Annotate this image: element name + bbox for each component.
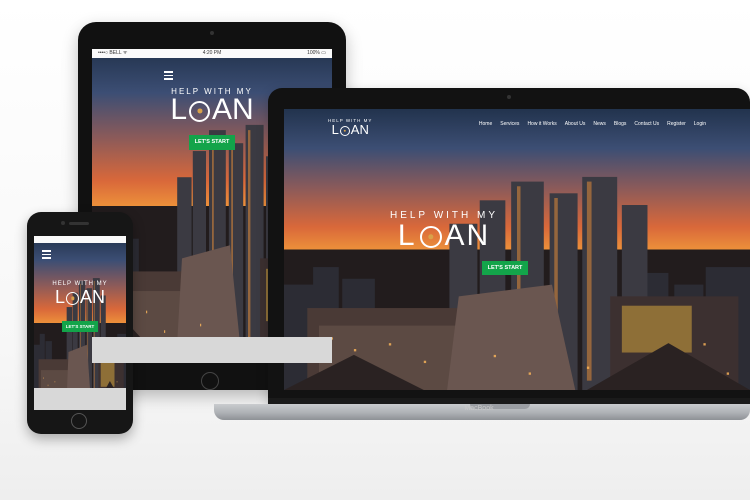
logo-o-icon <box>66 291 79 305</box>
nav-item-services[interactable]: Services <box>500 121 519 127</box>
camera-icon <box>507 95 511 99</box>
hero-logo: L AN <box>284 221 604 251</box>
nav-logo-main: L AN <box>328 123 372 136</box>
nav-logo[interactable]: HELP WITH MY L AN <box>328 118 372 136</box>
main-nav: Home Services How it Works About Us News… <box>479 121 706 127</box>
speaker-grille <box>69 222 89 225</box>
lets-start-button[interactable]: LET'S START <box>62 321 98 332</box>
phone-bottom-bar <box>34 388 126 410</box>
tablet-status-bar: ••••○ BELL ᯤ 4:20 PM 100% ▭ <box>92 49 332 58</box>
nav-item-news[interactable]: News <box>593 121 606 127</box>
logo-o-icon <box>189 100 210 122</box>
hamburger-menu-icon[interactable] <box>42 248 51 261</box>
nav-item-contact-us[interactable]: Contact Us <box>634 121 659 127</box>
laptop-device: HELP WITH MY L AN Home Services How it Wo… <box>268 88 750 404</box>
nav-item-about-us[interactable]: About Us <box>565 121 586 127</box>
phone-screen: HELP WITH MY L AN LET'S START <box>34 236 126 410</box>
hamburger-menu-icon[interactable] <box>164 69 173 82</box>
laptop-screen: HELP WITH MY L AN Home Services How it Wo… <box>284 109 750 390</box>
phone-device: HELP WITH MY L AN LET'S START <box>27 212 133 434</box>
nav-item-register[interactable]: Register <box>667 121 686 127</box>
home-button-icon[interactable] <box>201 372 219 390</box>
logo-text-left: L <box>54 287 65 307</box>
camera-icon <box>61 221 65 225</box>
logo-text-left: L <box>170 93 187 126</box>
logo-text-right: AN <box>444 219 491 252</box>
home-button-icon[interactable] <box>71 413 87 429</box>
nav-item-home[interactable]: Home <box>479 121 492 127</box>
logo-text-left: L <box>397 219 417 252</box>
status-battery: 100% ▭ <box>307 50 326 56</box>
site-logo[interactable]: L AN <box>92 95 332 125</box>
status-time: 4:20 PM <box>202 50 222 56</box>
logo-text-left: L <box>331 122 339 137</box>
phone-status-bar <box>34 236 126 243</box>
nav-item-how-it-works[interactable]: How it Works <box>527 121 556 127</box>
lets-start-button[interactable]: LET'S START <box>482 261 528 275</box>
logo-text-right: AN <box>80 287 106 307</box>
nav-item-blogs[interactable]: Blogs <box>614 121 627 127</box>
tablet-bottom-bar <box>92 337 332 363</box>
logo-text-right: AN <box>212 93 254 126</box>
lets-start-button[interactable]: LET'S START <box>189 135 235 150</box>
site-logo[interactable]: L AN <box>34 288 126 306</box>
logo-o-icon <box>419 226 442 249</box>
logo-o-icon <box>339 125 350 136</box>
logo-text-right: AN <box>350 122 369 137</box>
nav-item-login[interactable]: Login <box>694 121 706 127</box>
camera-icon <box>210 31 214 35</box>
